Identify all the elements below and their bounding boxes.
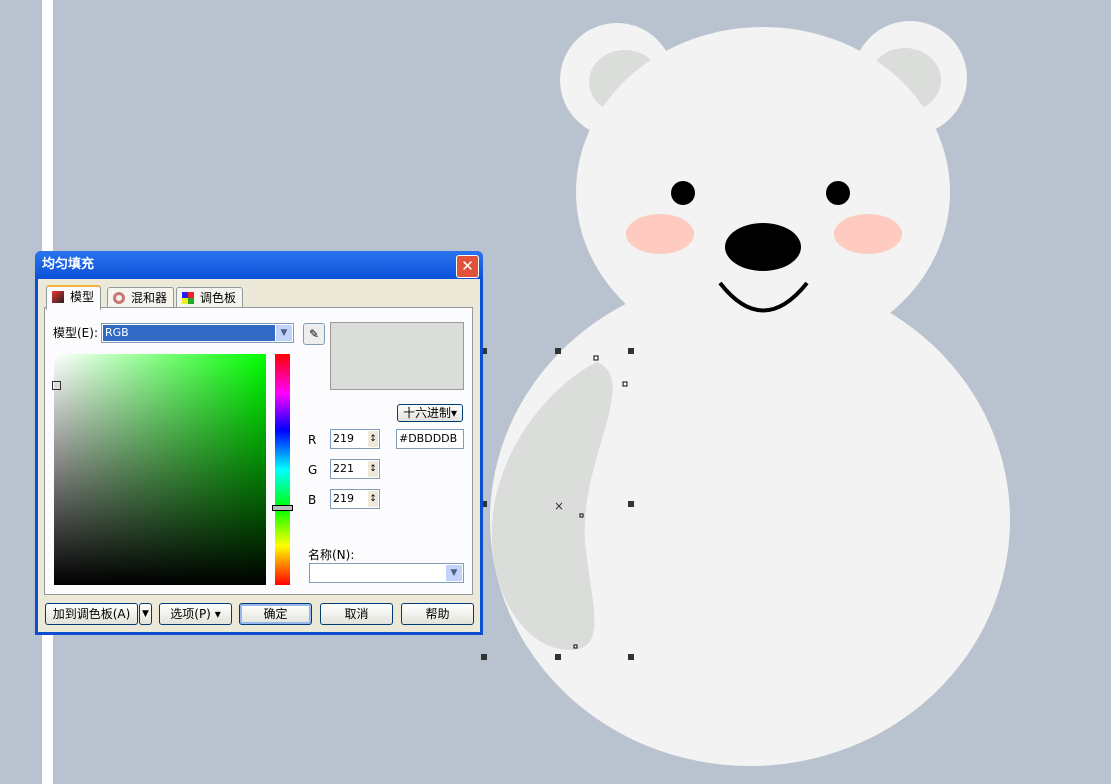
bear-illustration bbox=[490, 21, 1010, 766]
close-button[interactable]: ✕ bbox=[456, 255, 479, 278]
model-label: 模型(E): bbox=[53, 326, 98, 340]
chevron-down-icon: ▼ bbox=[276, 325, 292, 341]
b-label: B bbox=[308, 493, 317, 507]
b-input[interactable]: 219 ↕ bbox=[330, 489, 380, 509]
uniform-fill-dialog: 均匀填充 ✕ 模型 混和器 调色板 模型(E): RGB ▼ ✎ 十六进制▾ #… bbox=[35, 251, 483, 635]
g-label: G bbox=[308, 463, 318, 477]
help-button[interactable]: 帮助 bbox=[401, 603, 474, 625]
tab-model[interactable]: 模型 bbox=[46, 285, 102, 310]
tab-label: 调色板 bbox=[200, 291, 237, 305]
mixer-icon bbox=[113, 292, 125, 304]
hex-mode-button[interactable]: 十六进制▾ bbox=[397, 404, 463, 422]
name-select[interactable]: ▼ bbox=[309, 563, 464, 583]
name-label: 名称(N): bbox=[308, 548, 355, 562]
hue-slider-thumb[interactable] bbox=[272, 505, 293, 511]
model-value: RGB bbox=[103, 325, 275, 341]
g-input[interactable]: 221 ↕ bbox=[330, 459, 380, 479]
ok-button[interactable]: 确定 bbox=[239, 603, 312, 625]
model-icon bbox=[52, 291, 64, 303]
eyedropper-button[interactable]: ✎ bbox=[303, 323, 325, 345]
svg-text:×: × bbox=[554, 499, 564, 513]
r-input[interactable]: 219 ↕ bbox=[330, 429, 380, 449]
model-select[interactable]: RGB ▼ bbox=[101, 323, 294, 343]
hex-input[interactable]: #DBDDDB bbox=[396, 429, 464, 449]
hue-slider[interactable] bbox=[272, 354, 293, 585]
add-to-palette-button[interactable]: 加到调色板(A) bbox=[45, 603, 138, 625]
dialog-title: 均匀填充 bbox=[35, 251, 483, 279]
hex-mode-label: 十六进制 bbox=[402, 406, 451, 420]
color-picker-marker[interactable] bbox=[52, 381, 61, 390]
chevron-down-icon: ▼ bbox=[446, 565, 462, 581]
spinner-icon[interactable]: ↕ bbox=[368, 491, 378, 507]
palette-icon bbox=[182, 292, 194, 304]
caret-down-icon: ▼ bbox=[142, 609, 149, 619]
tab-palette[interactable]: 调色板 bbox=[176, 287, 244, 308]
eyedropper-icon: ✎ bbox=[308, 327, 320, 341]
b-value: 219 bbox=[333, 492, 354, 505]
tab-label: 模型 bbox=[70, 290, 95, 304]
cancel-button[interactable]: 取消 bbox=[320, 603, 393, 625]
spinner-icon[interactable]: ↕ bbox=[368, 431, 378, 447]
options-button[interactable]: 选项(P) ▾ bbox=[159, 603, 232, 625]
tab-mixer[interactable]: 混和器 bbox=[107, 287, 175, 308]
r-label: R bbox=[308, 433, 317, 447]
r-value: 219 bbox=[333, 432, 354, 445]
add-palette-dropdown[interactable]: ▼ bbox=[139, 603, 152, 625]
options-label: 选项(P) bbox=[170, 607, 211, 621]
g-value: 221 bbox=[333, 462, 354, 475]
color-field[interactable] bbox=[52, 354, 266, 585]
spinner-icon[interactable]: ↕ bbox=[368, 461, 378, 477]
tab-label: 混和器 bbox=[131, 291, 168, 305]
color-preview bbox=[330, 322, 464, 390]
